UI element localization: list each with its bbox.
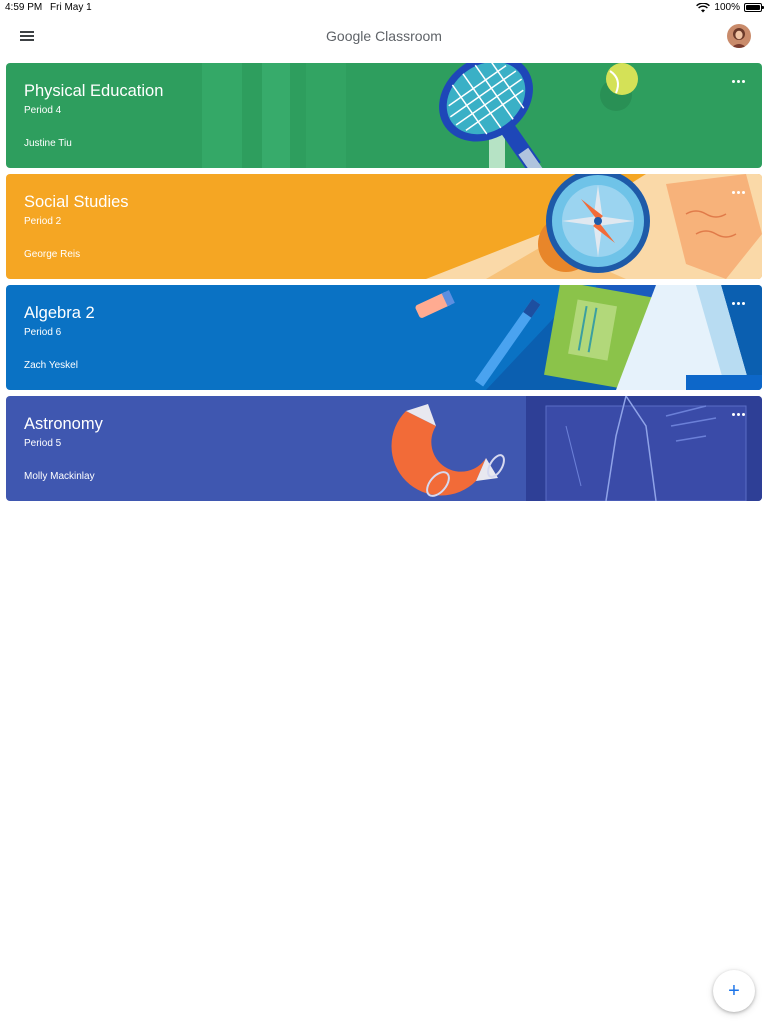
class-teacher: George Reis (24, 249, 81, 260)
more-horizontal-icon[interactable] (732, 77, 748, 85)
class-teacher: Molly Mackinlay (24, 471, 95, 482)
more-horizontal-icon[interactable] (732, 299, 748, 307)
class-teacher: Zach Yeskel (24, 360, 78, 371)
app-title: Google Classroom (326, 28, 442, 44)
class-card-physical-education[interactable]: Physical Education Period 4 Justine Tiu (6, 63, 762, 168)
compass-map-illustration (6, 174, 762, 279)
add-class-button[interactable]: + (713, 970, 755, 1012)
class-teacher: Justine Tiu (24, 138, 72, 149)
class-section: Period 4 (24, 105, 62, 116)
wifi-icon (696, 2, 711, 12)
class-name: Social Studies (24, 193, 129, 211)
class-card-astronomy[interactable]: Astronomy Period 5 Molly Mackinlay (6, 396, 762, 501)
battery-icon (744, 3, 764, 12)
class-section: Period 2 (24, 216, 62, 227)
pen-books-illustration (6, 285, 762, 390)
status-right: 100% (696, 2, 764, 13)
profile-avatar[interactable] (727, 24, 751, 48)
class-section: Period 5 (24, 438, 62, 449)
tennis-racket-illustration (6, 63, 762, 168)
class-name: Astronomy (24, 415, 103, 433)
class-name: Algebra 2 (24, 304, 95, 322)
status-bar: 4:59 PM Fri May 1 100% (0, 0, 768, 16)
class-section: Period 6 (24, 327, 62, 338)
class-name: Physical Education (24, 82, 164, 100)
magnet-blueprint-illustration (6, 396, 762, 501)
class-card-social-studies[interactable]: Social Studies Period 2 George Reis (6, 174, 762, 279)
class-card-algebra-2[interactable]: Algebra 2 Period 6 Zach Yeskel (6, 285, 762, 390)
plus-icon: + (728, 980, 740, 1002)
battery-percent: 100% (714, 2, 740, 13)
more-horizontal-icon[interactable] (732, 188, 748, 196)
status-date: Fri May 1 (50, 2, 92, 13)
status-time: 4:59 PM (5, 2, 43, 13)
class-card-list: Physical Education Period 4 Justine Tiu … (6, 63, 762, 507)
more-horizontal-icon[interactable] (732, 410, 748, 418)
app-bar: Google Classroom (0, 16, 768, 58)
